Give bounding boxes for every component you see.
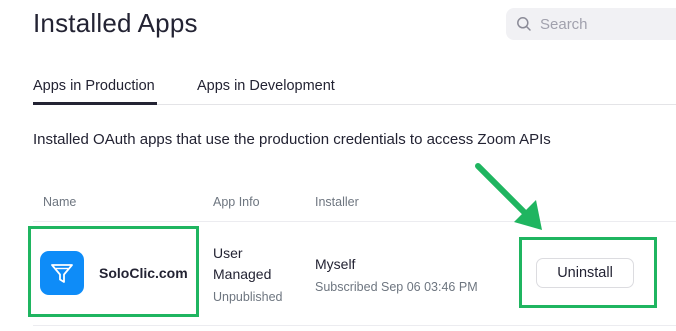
column-header-name: Name: [43, 195, 77, 209]
highlight-box-uninstall: [519, 237, 657, 308]
tab-apps-in-development[interactable]: Apps in Development: [197, 78, 335, 94]
column-header-app-info: App Info: [213, 195, 260, 209]
tab-bar: Apps in Production Apps in Development: [0, 66, 676, 106]
highlight-box-app: [28, 226, 199, 317]
page-description: Installed OAuth apps that use the produc…: [33, 131, 551, 148]
active-tab-indicator: [33, 102, 157, 105]
tab-apps-in-production[interactable]: Apps in Production: [33, 78, 155, 94]
app-info-type: User Managed: [213, 245, 272, 282]
search-input[interactable]: [538, 14, 676, 34]
search-icon: [517, 17, 531, 31]
installer-name: Myself: [315, 256, 356, 272]
search-box[interactable]: [506, 8, 676, 40]
annotation-arrow-icon: [475, 163, 542, 230]
table-row-divider: [33, 325, 676, 326]
page-title: Installed Apps: [33, 8, 198, 38]
column-header-installer: Installer: [315, 195, 359, 209]
app-info-status: Unpublished: [213, 290, 283, 304]
table-header-divider: [33, 221, 676, 222]
installed-timestamp: Subscribed Sep 06 03:46 PM: [315, 280, 478, 294]
